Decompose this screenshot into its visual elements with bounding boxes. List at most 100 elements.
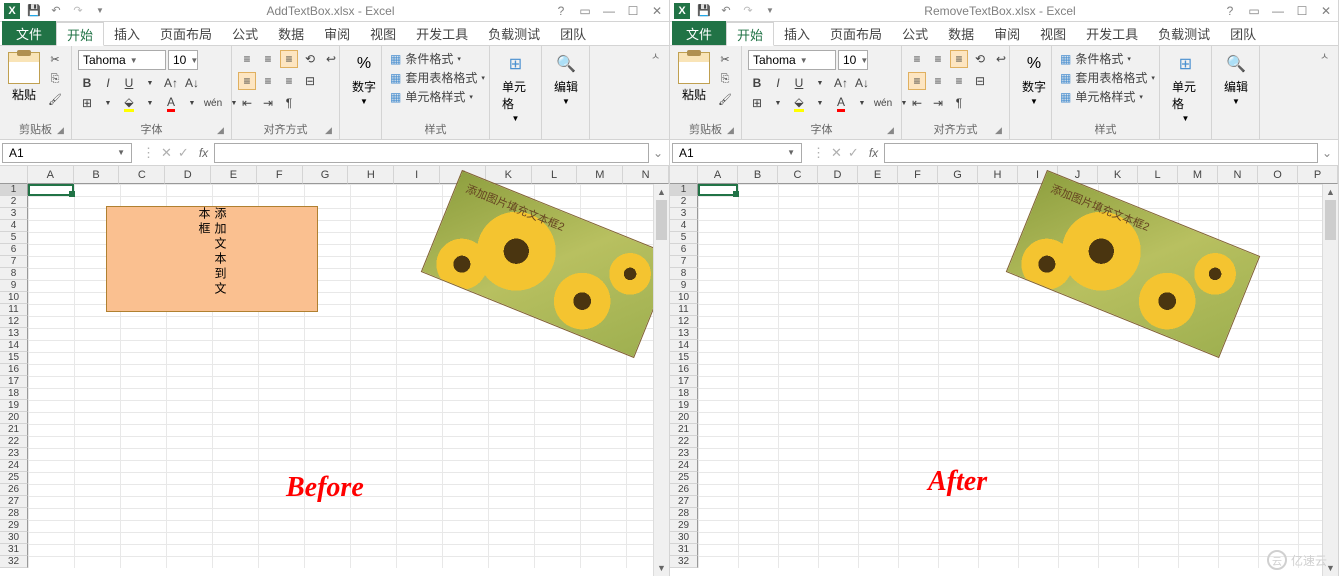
col-header[interactable]: H	[348, 166, 394, 184]
font-name-combo[interactable]: Tahoma▼	[78, 50, 166, 70]
align-bottom-icon[interactable]: ≡	[950, 50, 968, 68]
col-header[interactable]: A	[28, 166, 74, 184]
clipboard-launcher-icon[interactable]: ◢	[57, 125, 69, 137]
fill-color-button[interactable]: ⬙	[790, 94, 808, 112]
tab-review[interactable]: 审阅	[984, 21, 1030, 45]
font-launcher-icon[interactable]: ◢	[217, 125, 229, 137]
tab-review[interactable]: 审阅	[314, 21, 360, 45]
col-header[interactable]: G	[938, 166, 978, 184]
col-header[interactable]: B	[74, 166, 120, 184]
scroll-thumb[interactable]	[656, 200, 667, 240]
help-icon[interactable]: ?	[1222, 4, 1238, 18]
align-top-icon[interactable]: ≡	[908, 50, 926, 68]
row-header[interactable]: 11	[0, 304, 28, 316]
col-header[interactable]: M	[1178, 166, 1218, 184]
col-header[interactable]: D	[818, 166, 858, 184]
col-header[interactable]: F	[898, 166, 938, 184]
editing-button[interactable]: 🔍 编辑 ▼	[548, 50, 584, 108]
col-header[interactable]: G	[303, 166, 349, 184]
merge-icon[interactable]: ⊟	[301, 72, 319, 90]
number-format-button[interactable]: % 数字▼	[1016, 50, 1052, 108]
conditional-format-button[interactable]: ▦条件格式▾	[1058, 50, 1157, 67]
row-header[interactable]: 6	[0, 244, 28, 256]
font-launcher-icon[interactable]: ◢	[887, 125, 899, 137]
row-header[interactable]: 12	[670, 316, 698, 328]
scroll-thumb[interactable]	[1325, 200, 1336, 240]
fill-color-button[interactable]: ⬙	[120, 94, 138, 112]
undo-icon[interactable]: ↶	[48, 3, 64, 19]
col-header[interactable]: A	[698, 166, 738, 184]
col-header[interactable]: F	[257, 166, 303, 184]
col-header[interactable]: L	[532, 166, 578, 184]
row-header[interactable]: 28	[670, 508, 698, 520]
format-as-table-button[interactable]: ▦套用表格格式▾	[1058, 69, 1157, 86]
fx-icon[interactable]: fx	[199, 146, 214, 160]
tab-view[interactable]: 视图	[1030, 21, 1076, 45]
wrap-text-icon[interactable]: ↩	[322, 50, 340, 68]
row-header[interactable]: 23	[670, 448, 698, 460]
font-size-combo[interactable]: 10▼	[168, 50, 198, 70]
format-as-table-button[interactable]: ▦套用表格格式▾	[388, 69, 487, 86]
formula-input[interactable]	[214, 143, 649, 163]
row-header[interactable]: 14	[670, 340, 698, 352]
redo-icon[interactable]: ↷	[740, 3, 756, 19]
align-middle-icon[interactable]: ≡	[259, 50, 277, 68]
row-header[interactable]: 19	[0, 400, 28, 412]
tab-team[interactable]: 团队	[1220, 21, 1266, 45]
tab-data[interactable]: 数据	[268, 21, 314, 45]
tab-home[interactable]: 开始	[726, 22, 774, 46]
underline-button[interactable]: U	[790, 74, 808, 92]
row-header[interactable]: 8	[0, 268, 28, 280]
row-header[interactable]: 22	[0, 436, 28, 448]
cut-icon[interactable]: ✂	[716, 50, 734, 68]
name-box[interactable]: A1▼	[672, 143, 802, 163]
phonetic-button[interactable]: wén	[204, 94, 222, 112]
col-header[interactable]: I	[394, 166, 440, 184]
row-header[interactable]: 30	[0, 532, 28, 544]
ribbon-collapse-icon[interactable]: ㅅ	[1320, 48, 1334, 62]
row-header[interactable]: 10	[670, 292, 698, 304]
enter-icon[interactable]: ✓	[848, 145, 859, 161]
qat-dropdown-icon[interactable]: ▼	[762, 3, 778, 19]
tab-view[interactable]: 视图	[360, 21, 406, 45]
align-left-icon[interactable]: ≡	[908, 72, 926, 90]
row-header[interactable]: 26	[670, 484, 698, 496]
increase-font-icon[interactable]: A↑	[832, 74, 850, 92]
col-header[interactable]: O	[1258, 166, 1298, 184]
row-header[interactable]: 20	[670, 412, 698, 424]
col-header[interactable]: P	[1298, 166, 1338, 184]
row-header[interactable]: 2	[670, 196, 698, 208]
maximize-icon[interactable]: ☐	[625, 4, 641, 18]
scroll-up-icon[interactable]: ▲	[1323, 184, 1338, 200]
align-left-icon[interactable]: ≡	[238, 72, 256, 90]
row-header[interactable]: 25	[670, 472, 698, 484]
row-header[interactable]: 4	[0, 220, 28, 232]
row-header[interactable]: 12	[0, 316, 28, 328]
row-header[interactable]: 17	[0, 376, 28, 388]
orientation-icon[interactable]: ⟲	[301, 50, 319, 68]
font-color-button[interactable]: A	[162, 94, 180, 112]
minimize-icon[interactable]: —	[601, 4, 617, 18]
row-header[interactable]: 15	[0, 352, 28, 364]
textbox-vertical[interactable]: 添加文本到文本框	[106, 206, 318, 312]
minimize-icon[interactable]: —	[1270, 4, 1286, 18]
maximize-icon[interactable]: ☐	[1294, 4, 1310, 18]
row-header[interactable]: 3	[670, 208, 698, 220]
enter-icon[interactable]: ✓	[178, 145, 189, 161]
align-middle-icon[interactable]: ≡	[929, 50, 947, 68]
cancel-icon[interactable]: ✕	[161, 145, 172, 161]
row-header[interactable]: 20	[0, 412, 28, 424]
redo-icon[interactable]: ↷	[70, 3, 86, 19]
col-header[interactable]: C	[119, 166, 165, 184]
active-cell[interactable]	[698, 184, 738, 196]
scroll-up-icon[interactable]: ▲	[654, 184, 669, 200]
cells-grid[interactable]: 添加文本到文本框 添加图片填充文本框2 Before	[28, 184, 669, 568]
scroll-down-icon[interactable]: ▼	[654, 560, 669, 576]
vertical-scrollbar[interactable]: ▲ ▼	[1322, 184, 1338, 576]
decrease-indent-icon[interactable]: ⇤	[238, 94, 256, 112]
cell-styles-button[interactable]: ▦单元格样式▾	[1058, 88, 1157, 105]
row-header[interactable]: 11	[670, 304, 698, 316]
number-format-button[interactable]: % 数字 ▼	[346, 50, 382, 108]
row-header[interactable]: 31	[0, 544, 28, 556]
tab-formulas[interactable]: 公式	[222, 21, 268, 45]
